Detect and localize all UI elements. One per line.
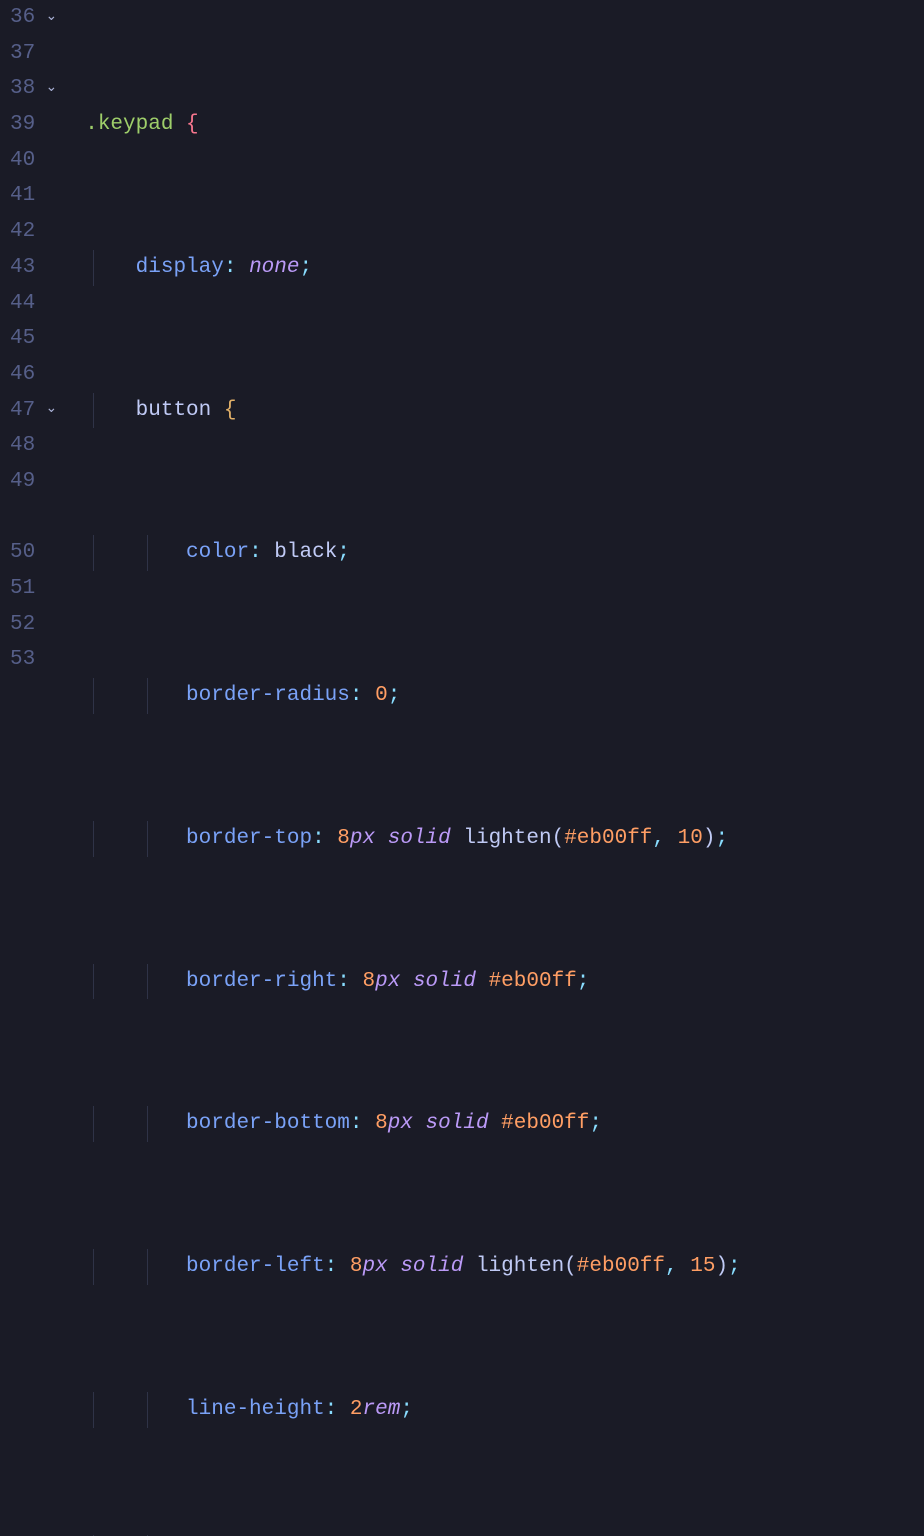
css-keyword: none xyxy=(249,256,299,279)
line-number: 40 xyxy=(10,143,35,179)
code-line: .keypad { xyxy=(85,107,924,143)
line-number: 50 xyxy=(10,535,35,571)
line-number: 39 xyxy=(10,107,35,143)
chevron-down-icon[interactable]: ⌄ xyxy=(45,71,57,107)
line-number: 38⌄ xyxy=(10,71,35,107)
hex-color: #eb00ff xyxy=(577,1255,665,1278)
line-number: 52 xyxy=(10,607,35,643)
brace-open: { xyxy=(186,113,199,136)
css-property: display xyxy=(136,256,224,279)
code-line: line-height: 2rem; xyxy=(85,1392,924,1428)
line-number: 51 xyxy=(10,571,35,607)
line-number: 41 xyxy=(10,178,35,214)
code-line: font-size: 30px; xyxy=(85,1535,924,1536)
css-property: border-top xyxy=(186,827,312,850)
line-number: 44 xyxy=(10,286,35,322)
line-number-gutter: 36⌄ 37 38⌄ 39 40 41 42 43 44 45 46 47⌄ 4… xyxy=(0,0,61,768)
line-number: 36⌄ xyxy=(10,0,35,36)
line-number: 47⌄ xyxy=(10,393,35,429)
code-line: border-radius: 0; xyxy=(85,678,924,714)
css-number: 0 xyxy=(375,684,388,707)
line-number: 42 xyxy=(10,214,35,250)
hex-color: #eb00ff xyxy=(501,1112,589,1135)
code-line: border-top: 8px solid lighten(#eb00ff, 1… xyxy=(85,821,924,857)
css-property: border-radius xyxy=(186,684,350,707)
line-number: 48 xyxy=(10,428,35,464)
css-property: line-height xyxy=(186,1398,325,1421)
code-line: color: black; xyxy=(85,535,924,571)
line-number: 43 xyxy=(10,250,35,286)
line-number: 46 xyxy=(10,357,35,393)
code-line: border-right: 8px solid #eb00ff; xyxy=(85,964,924,1000)
code-area[interactable]: .keypad { display: none; button { color:… xyxy=(61,0,924,768)
css-property: color xyxy=(186,541,249,564)
code-line: border-bottom: 8px solid #eb00ff; xyxy=(85,1106,924,1142)
func-name: lighten xyxy=(476,1255,564,1278)
code-line: button { xyxy=(85,393,924,429)
func-name: lighten xyxy=(463,827,551,850)
line-number xyxy=(10,500,35,536)
hex-color: #eb00ff xyxy=(489,970,577,993)
code-line: display: none; xyxy=(85,250,924,286)
selector-class: .keypad xyxy=(85,113,173,136)
chevron-down-icon[interactable]: ⌄ xyxy=(45,0,57,36)
css-property: border-right xyxy=(186,970,337,993)
css-property: border-left xyxy=(186,1255,325,1278)
line-number: 49 xyxy=(10,464,35,500)
code-line: border-left: 8px solid lighten(#eb00ff, … xyxy=(85,1249,924,1285)
hex-color: #eb00ff xyxy=(564,827,652,850)
chevron-down-icon[interactable]: ⌄ xyxy=(45,393,57,429)
colon: : xyxy=(224,256,237,279)
line-number: 53 xyxy=(10,642,35,678)
css-property: border-bottom xyxy=(186,1112,350,1135)
css-value: black xyxy=(274,541,337,564)
line-number: 37 xyxy=(10,36,35,72)
line-number: 45 xyxy=(10,321,35,357)
code-editor: 36⌄ 37 38⌄ 39 40 41 42 43 44 45 46 47⌄ 4… xyxy=(0,0,924,768)
brace-open: { xyxy=(224,399,237,422)
selector-element: button xyxy=(136,399,212,422)
semicolon: ; xyxy=(300,256,313,279)
